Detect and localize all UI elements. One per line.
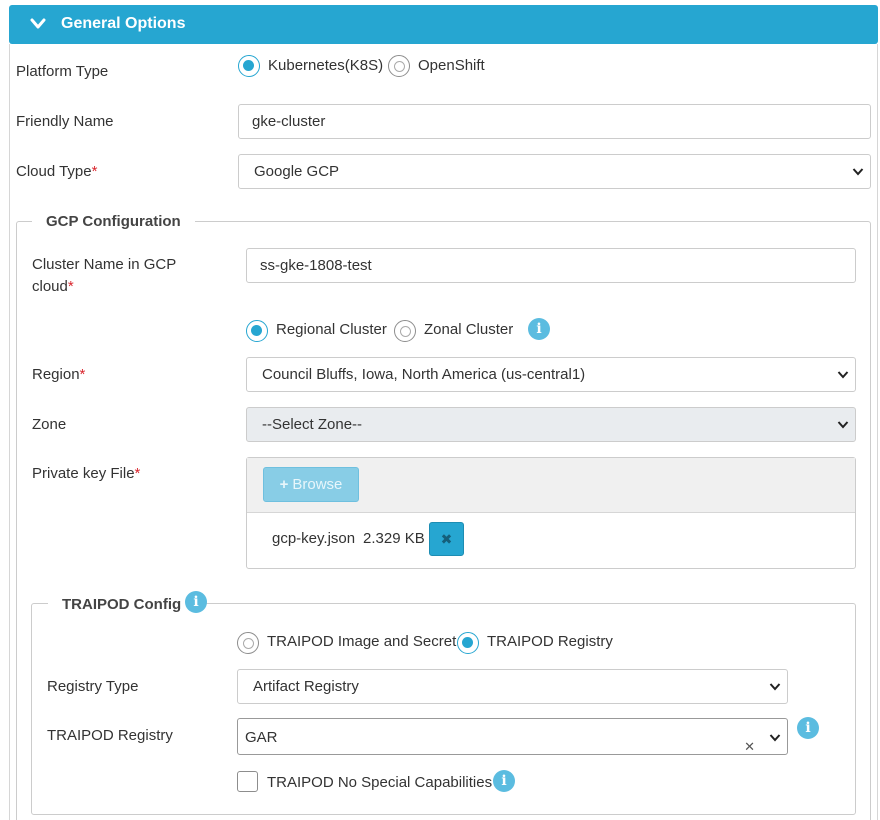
chevron-down-icon — [30, 18, 46, 29]
no-special-capabilities-checkbox[interactable] — [237, 771, 258, 792]
gcp-configuration-legend: GCP Configuration — [32, 213, 195, 230]
region-label: Region* — [32, 366, 86, 383]
platform-type-label: Platform Type — [16, 63, 109, 80]
info-icon[interactable]: i — [185, 591, 207, 613]
zone-value: --Select Zone-- — [262, 416, 363, 433]
cloud-type-select[interactable]: Google GCP — [238, 154, 871, 189]
platform-openshift-radio[interactable] — [388, 55, 410, 77]
platform-kubernetes-label[interactable]: Kubernetes(K8S) — [268, 57, 383, 74]
uploaded-file-name: gcp-key.json — [272, 530, 356, 547]
info-icon[interactable]: i — [797, 717, 819, 739]
registry-type-select[interactable]: Artifact Registry — [237, 669, 788, 704]
chevron-down-icon — [769, 734, 781, 742]
remove-file-button[interactable]: ✖ — [429, 522, 464, 556]
platform-openshift-label[interactable]: OpenShift — [418, 57, 485, 74]
chevron-down-icon — [837, 371, 849, 379]
chevron-down-icon — [852, 168, 864, 176]
traipod-registry-radio[interactable] — [457, 632, 479, 654]
regional-cluster-label[interactable]: Regional Cluster — [276, 321, 387, 338]
registry-type-label: Registry Type — [47, 678, 139, 695]
private-key-file-label: Private key File* — [32, 465, 141, 482]
zonal-cluster-label[interactable]: Zonal Cluster — [424, 321, 513, 338]
zone-label: Zone — [32, 416, 67, 433]
traipod-registry-select[interactable]: GAR ✕ — [237, 718, 788, 755]
traipod-image-secret-radio[interactable] — [237, 632, 259, 654]
required-marker: * — [67, 278, 74, 295]
platform-kubernetes-radio[interactable] — [238, 55, 260, 77]
zone-select[interactable]: --Select Zone-- — [246, 407, 856, 442]
traipod-image-secret-label[interactable]: TRAIPOD Image and Secret — [267, 633, 456, 650]
required-marker: * — [91, 163, 98, 180]
cluster-name-label: Cluster Name in GCP — [32, 256, 177, 273]
section-title: General Options — [61, 15, 186, 32]
clear-icon[interactable]: ✕ — [744, 728, 755, 765]
cloud-type-value: Google GCP — [254, 163, 340, 180]
browse-label: Browse — [292, 476, 343, 493]
regional-cluster-radio[interactable] — [246, 320, 268, 342]
chevron-down-icon — [837, 421, 849, 429]
cluster-name-input[interactable]: ss-gke-1808-test — [246, 248, 856, 283]
registry-type-value: Artifact Registry — [253, 678, 359, 695]
chevron-down-icon — [769, 683, 781, 691]
zonal-cluster-radio[interactable] — [394, 320, 416, 342]
general-options-header[interactable]: General Options — [9, 5, 878, 44]
traipod-registry-label: TRAIPOD Registry — [47, 727, 173, 744]
uploaded-file-size: 2.329 KB — [363, 530, 425, 547]
close-icon: ✖ — [440, 531, 453, 547]
friendly-name-label: Friendly Name — [16, 113, 114, 130]
no-special-capabilities-label[interactable]: TRAIPOD No Special Capabilities — [267, 774, 492, 791]
upload-toolbar: + Browse — [247, 458, 855, 513]
friendly-name-input[interactable]: gke-cluster — [238, 104, 871, 139]
cloud-type-label: Cloud Type* — [16, 163, 98, 180]
info-icon[interactable]: i — [528, 318, 550, 340]
plus-icon: + — [279, 476, 289, 493]
traipod-config-legend: TRAIPOD Config — [48, 596, 196, 613]
traipod-registry-option-label[interactable]: TRAIPOD Registry — [487, 633, 613, 650]
traipod-registry-value: GAR — [245, 729, 278, 746]
cluster-name-label-line2: cloud* — [32, 278, 74, 295]
required-marker: * — [79, 366, 86, 383]
region-value: Council Bluffs, Iowa, North America (us-… — [262, 366, 586, 383]
info-icon[interactable]: i — [493, 770, 515, 792]
region-select[interactable]: Council Bluffs, Iowa, North America (us-… — [246, 357, 856, 392]
browse-button[interactable]: + Browse — [263, 467, 359, 502]
required-marker: * — [134, 465, 141, 482]
file-upload-box: + Browse gcp-key.json 2.329 KB ✖ — [246, 457, 856, 569]
